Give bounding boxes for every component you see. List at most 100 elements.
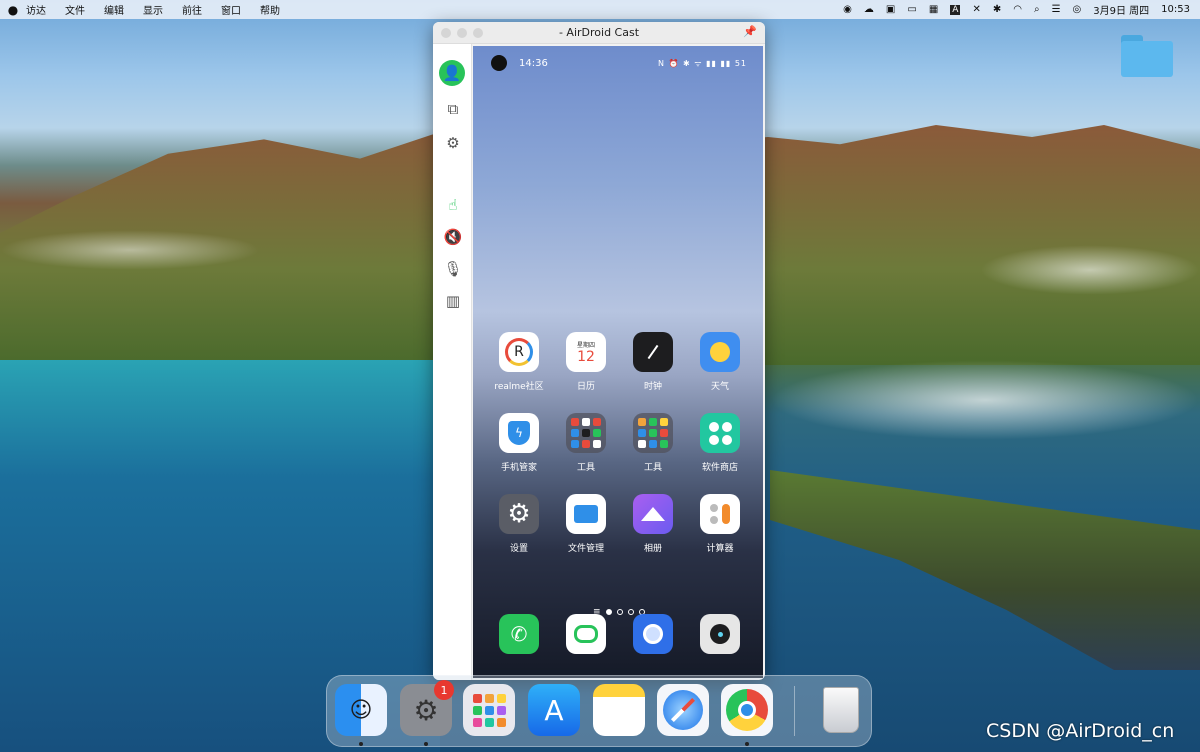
app-label: 计算器	[706, 544, 734, 554]
gallery-mountain-icon	[633, 494, 673, 534]
app-calculator[interactable]: 计算器	[689, 494, 751, 554]
finder-icon[interactable]: ☺	[335, 684, 387, 736]
account-avatar-icon[interactable]: 👤	[439, 60, 465, 86]
folder-icon[interactable]	[1121, 35, 1173, 77]
apple-menu-icon[interactable]: ●	[0, 3, 26, 17]
orientation-icon[interactable]: ▥	[442, 290, 464, 312]
realme-community-icon: R	[499, 332, 539, 372]
wallpaper-coast	[770, 470, 1200, 670]
phone-status-icons: N ⏰ ✱ ᯤ ▮▮ ▮▮ 51	[658, 59, 747, 68]
app-folder-tools[interactable]: 工具	[555, 413, 617, 473]
airdroid-cast-window: - AirDroid Cast 📌 👤 ⧉ ⚙ ☝ 🔇 🎙 ▥ 14:36 N …	[433, 22, 765, 680]
notes-icon[interactable]	[593, 684, 645, 736]
window-titlebar[interactable]: - AirDroid Cast 📌	[433, 22, 765, 44]
chrome-icon[interactable]	[721, 684, 773, 736]
mic-off-icon[interactable]: 🎙	[442, 258, 464, 280]
app-gallery[interactable]: 相册	[622, 494, 684, 554]
app-weather[interactable]: 天气	[689, 332, 751, 392]
app-folder-tools-2[interactable]: 工具	[622, 413, 684, 473]
app-store-icon[interactable]: A	[528, 684, 580, 736]
status-area: ◉ ☁ ▣ ▭ ▦ A ✕ ✱ ◠ ⌕ ☰ ◎ 3月9日 周四 10:53	[843, 2, 1200, 17]
running-indicator	[359, 742, 363, 746]
app-label: 设置	[509, 544, 528, 554]
window-title: - AirDroid Cast	[558, 26, 640, 39]
camera-icon	[700, 614, 740, 654]
folder-icon	[566, 494, 606, 534]
menubar-time[interactable]: 10:53	[1161, 4, 1190, 15]
wifi-icon[interactable]: ◠	[1013, 4, 1022, 15]
input-source-icon[interactable]: A	[950, 4, 961, 15]
wifi-off-icon[interactable]: ✕	[972, 4, 980, 15]
search-icon[interactable]: ⌕	[1034, 4, 1040, 15]
touch-control-icon[interactable]: ☝	[442, 194, 464, 216]
app-label: 工具	[643, 463, 662, 473]
menu-window[interactable]: 窗口	[221, 2, 241, 17]
phone-handset-icon: ✆	[499, 614, 539, 654]
app-calendar[interactable]: 星期四 12 日历	[555, 332, 617, 392]
menu-finder[interactable]: 访达	[26, 2, 46, 17]
menu-view[interactable]: 显示	[143, 2, 163, 17]
menu-edit[interactable]: 编辑	[104, 2, 124, 17]
menu-go[interactable]: 前往	[182, 2, 202, 17]
phone-screen[interactable]: 14:36 N ⏰ ✱ ᯤ ▮▮ ▮▮ 51 R realme社区 星期四 12…	[473, 46, 763, 678]
app-label: 时钟	[643, 382, 662, 392]
bluetooth-icon[interactable]: ✱	[993, 4, 1001, 15]
store-icon	[700, 413, 740, 453]
app-label: 天气	[710, 382, 729, 392]
pin-icon[interactable]: 📌	[743, 25, 757, 38]
launchpad-icon[interactable]	[463, 684, 515, 736]
running-indicator	[745, 742, 749, 746]
app-realme-community[interactable]: R realme社区	[488, 332, 550, 392]
folder-body	[1121, 41, 1173, 77]
trash-icon[interactable]	[815, 684, 867, 736]
app-label: 手机管家	[500, 463, 537, 473]
screen-mirroring-icon[interactable]: ▣	[886, 4, 895, 15]
app-browser[interactable]	[622, 614, 684, 654]
front-camera-icon	[491, 55, 507, 71]
safari-compass-icon[interactable]	[657, 684, 709, 736]
phone-status-bar: 14:36 N ⏰ ✱ ᯤ ▮▮ ▮▮ 51	[473, 46, 763, 72]
app-phone-manager[interactable]: ϟ 手机管家	[488, 413, 550, 473]
wallpaper-fog	[980, 245, 1200, 295]
calendar-weekday: 星期四	[576, 341, 595, 349]
wallpaper-fog	[0, 230, 260, 270]
weather-icon	[700, 332, 740, 372]
app-software-store[interactable]: 软件商店	[689, 413, 751, 473]
app-label: realme社区	[494, 382, 544, 392]
app-phone[interactable]: ✆	[488, 614, 550, 654]
app-label: 日历	[576, 382, 595, 392]
settings-gear-icon: ⚙	[499, 494, 539, 534]
notification-badge: 1	[434, 680, 454, 700]
phone-time: 14:36	[519, 58, 548, 69]
menu-bar: ● 访达 文件 编辑 显示 前往 窗口 帮助 ◉ ☁ ▣ ▭ ▦ A ✕ ✱ ◠…	[0, 0, 1200, 19]
app-settings[interactable]: ⚙ 设置	[488, 494, 550, 554]
control-center-icon[interactable]: ☰	[1052, 4, 1061, 15]
menu-file[interactable]: 文件	[65, 2, 85, 17]
tools-folder-icon	[633, 413, 673, 453]
app-label: 文件管理	[567, 544, 604, 554]
calendar-icon: 星期四 12	[566, 332, 606, 372]
speaker-mute-icon[interactable]: 🔇	[442, 226, 464, 248]
app-file-manager[interactable]: 文件管理	[555, 494, 617, 554]
display-icon[interactable]: ▭	[907, 4, 916, 15]
message-bubble-icon	[566, 614, 606, 654]
app-camera[interactable]	[689, 614, 751, 654]
cloud-icon[interactable]: ☁	[864, 4, 874, 15]
menubar-date[interactable]: 3月9日 周四	[1093, 2, 1149, 17]
menu-help[interactable]: 帮助	[260, 2, 280, 17]
app-clock[interactable]: 时钟	[622, 332, 684, 392]
tools-folder-icon	[566, 413, 606, 453]
calendar-day: 12	[577, 348, 595, 365]
browser-icon	[633, 614, 673, 654]
keyboard-icon[interactable]: ▦	[929, 4, 938, 15]
app-messages[interactable]	[555, 614, 617, 654]
siri-icon[interactable]: ◎	[1073, 4, 1082, 15]
dock-separator	[794, 686, 795, 736]
device-switch-icon[interactable]: ⧉	[442, 98, 464, 120]
watermark-text: CSDN @AirDroid_cn	[986, 720, 1175, 742]
cast-toolbar: 👤 ⧉ ⚙ ☝ 🔇 🎙 ▥	[433, 44, 472, 680]
airdroid-status-icon[interactable]: ◉	[843, 4, 852, 15]
settings-gear-icon[interactable]: ⚙	[442, 132, 464, 154]
running-indicator	[424, 742, 428, 746]
clock-icon	[633, 332, 673, 372]
